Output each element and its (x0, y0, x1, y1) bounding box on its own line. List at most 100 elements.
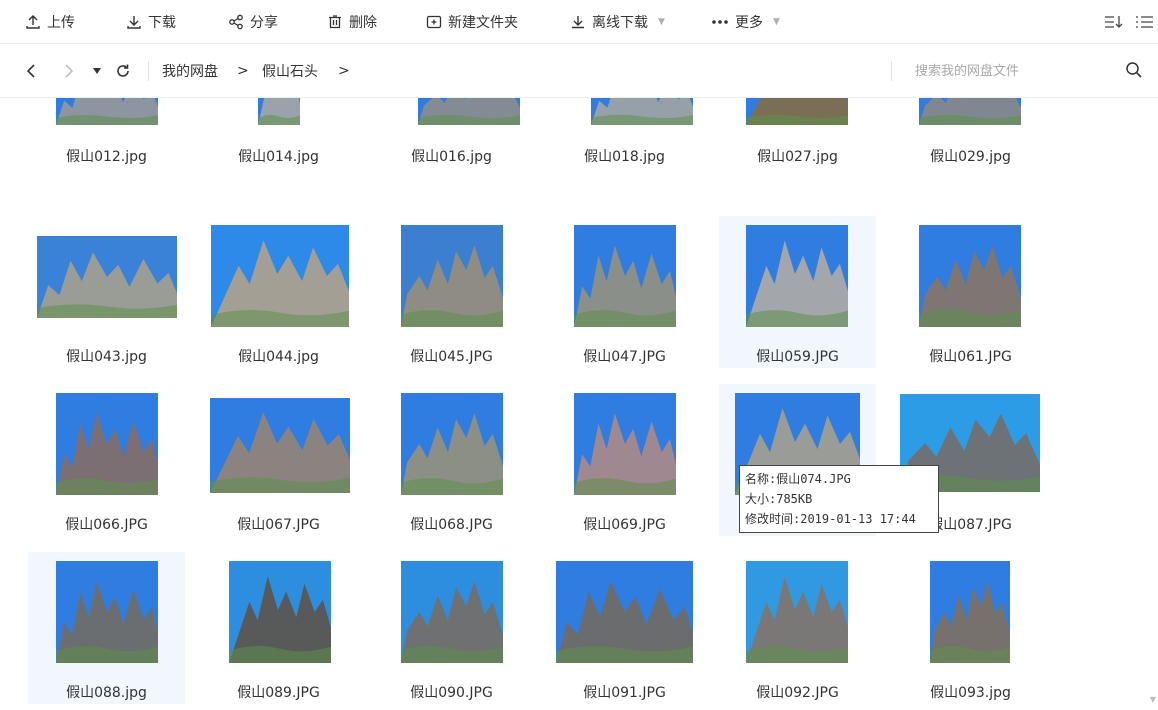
search-icon[interactable] (1125, 61, 1143, 79)
file-item[interactable]: 假山014.jpg (200, 98, 357, 216)
search-input[interactable] (905, 58, 1125, 84)
chevron-left-icon (26, 64, 35, 78)
file-name: 假山045.JPG (410, 349, 493, 365)
file-name: 假山014.jpg (238, 149, 319, 165)
caret-down-icon (93, 68, 101, 74)
chevron-right-icon (65, 64, 74, 78)
nav-divider (148, 61, 149, 81)
download-button[interactable]: 下载 (126, 0, 176, 44)
offline-download-label: 离线下载 (592, 15, 648, 31)
file-item[interactable]: 假山044.jpg (200, 216, 357, 368)
more-button[interactable]: 更多 ▼ (711, 0, 780, 44)
thumbnail-graphic (574, 225, 676, 327)
file-item[interactable]: 假山061.JPG (892, 216, 1049, 368)
file-item[interactable]: 假山045.JPG (373, 216, 530, 368)
chevron-down-icon: ▼ (773, 17, 780, 27)
tooltip-size: 大小:785KB (745, 492, 813, 506)
file-thumbnail (258, 98, 300, 125)
share-label: 分享 (250, 15, 278, 31)
sort-button[interactable] (1104, 0, 1124, 44)
file-item[interactable]: 假山069.JPG (546, 384, 703, 536)
file-name: 假山090.JPG (410, 685, 493, 701)
search-divider (891, 61, 892, 81)
file-item[interactable]: 假山029.jpg (892, 98, 1049, 216)
sort-icon (1105, 16, 1123, 28)
file-item[interactable]: 假山089.JPG (200, 552, 357, 704)
file-name: 假山089.JPG (237, 685, 320, 701)
file-item[interactable]: 假山067.JPG (200, 384, 357, 536)
breadcrumb-current[interactable]: 假山石头 (262, 44, 318, 98)
list-view-button[interactable] (1135, 0, 1155, 44)
file-name: 假山012.jpg (66, 149, 147, 165)
file-item[interactable]: 假山043.jpg (28, 216, 185, 368)
file-item[interactable]: 假山027.jpg (719, 98, 876, 216)
download-label: 下载 (148, 15, 176, 31)
thumbnail-graphic (56, 393, 158, 495)
file-thumbnail (401, 393, 503, 495)
file-name: 假山092.JPG (756, 685, 839, 701)
file-item[interactable]: 假山012.jpg (28, 98, 185, 216)
file-name: 假山093.jpg (930, 685, 1011, 701)
file-thumbnail (56, 561, 158, 663)
breadcrumb-separator: > (237, 63, 249, 79)
thumbnail-graphic (930, 561, 1010, 663)
file-name: 假山027.jpg (757, 149, 838, 165)
more-label: 更多 (735, 15, 763, 31)
back-button[interactable] (22, 44, 40, 98)
thumbnail-graphic (401, 225, 503, 327)
refresh-button[interactable] (113, 44, 133, 98)
forward-button[interactable] (60, 44, 78, 98)
file-item[interactable]: 假山018.jpg (546, 98, 703, 216)
file-item[interactable]: 假山066.JPG (28, 384, 185, 536)
file-thumbnail (746, 225, 848, 327)
thumbnail-graphic (919, 98, 1021, 125)
file-name: 假山059.JPG (756, 349, 839, 365)
file-name: 假山068.JPG (410, 517, 493, 533)
file-thumbnail (746, 561, 848, 663)
file-thumbnail (229, 561, 331, 663)
file-name: 假山069.JPG (583, 517, 666, 533)
more-icon (712, 20, 728, 24)
thumbnail-graphic (211, 225, 349, 327)
file-item[interactable]: 假山047.JPG (546, 216, 703, 368)
chevron-down-icon: ▼ (658, 17, 665, 27)
file-item[interactable]: 假山016.jpg (373, 98, 530, 216)
file-item[interactable]: 假山068.JPG (373, 384, 530, 536)
breadcrumb-separator[interactable]: > (338, 44, 350, 98)
delete-button[interactable]: 删除 (327, 0, 377, 44)
share-icon (229, 14, 243, 30)
new-folder-icon (426, 15, 442, 29)
file-item[interactable]: 假山092.JPG (719, 552, 876, 704)
file-item[interactable]: 假山091.JPG (546, 552, 703, 704)
file-thumbnail (418, 98, 520, 125)
file-thumbnail (574, 225, 676, 327)
file-thumbnail (746, 98, 848, 125)
file-thumbnail (930, 561, 1010, 663)
new-folder-label: 新建文件夹 (448, 15, 518, 31)
upload-button[interactable]: 上传 (25, 0, 75, 44)
thumbnail-graphic (746, 561, 848, 663)
scroll-down-icon[interactable]: ▼ (1150, 695, 1156, 704)
share-button[interactable]: 分享 (228, 0, 278, 44)
history-dropdown[interactable] (91, 44, 103, 98)
breadcrumb-root[interactable]: 我的网盘 (162, 44, 218, 98)
file-item[interactable]: 假山090.JPG (373, 552, 530, 704)
thumbnail-graphic (919, 225, 1021, 327)
file-thumbnail (56, 393, 158, 495)
offline-download-button[interactable]: 离线下载 ▼ (570, 0, 665, 44)
thumbnail-graphic (418, 98, 520, 125)
file-item[interactable]: 假山088.jpg (28, 552, 185, 704)
upload-icon (26, 15, 40, 29)
thumbnail-graphic (56, 98, 158, 125)
new-folder-button[interactable]: 新建文件夹 (426, 0, 518, 44)
file-grid: 假山012.jpg 假山014.jpg 假山016.jpg 假山018.jpg 假山02… (0, 98, 1158, 710)
file-item[interactable]: 假山093.jpg (892, 552, 1049, 704)
file-thumbnail (919, 98, 1021, 125)
upload-label: 上传 (47, 15, 75, 31)
delete-label: 删除 (349, 15, 377, 31)
refresh-icon (117, 64, 129, 77)
file-item[interactable]: 假山059.JPG (719, 216, 876, 368)
thumbnail-graphic (401, 393, 503, 495)
thumbnail-graphic (229, 561, 331, 663)
thumbnail-graphic (746, 225, 848, 327)
